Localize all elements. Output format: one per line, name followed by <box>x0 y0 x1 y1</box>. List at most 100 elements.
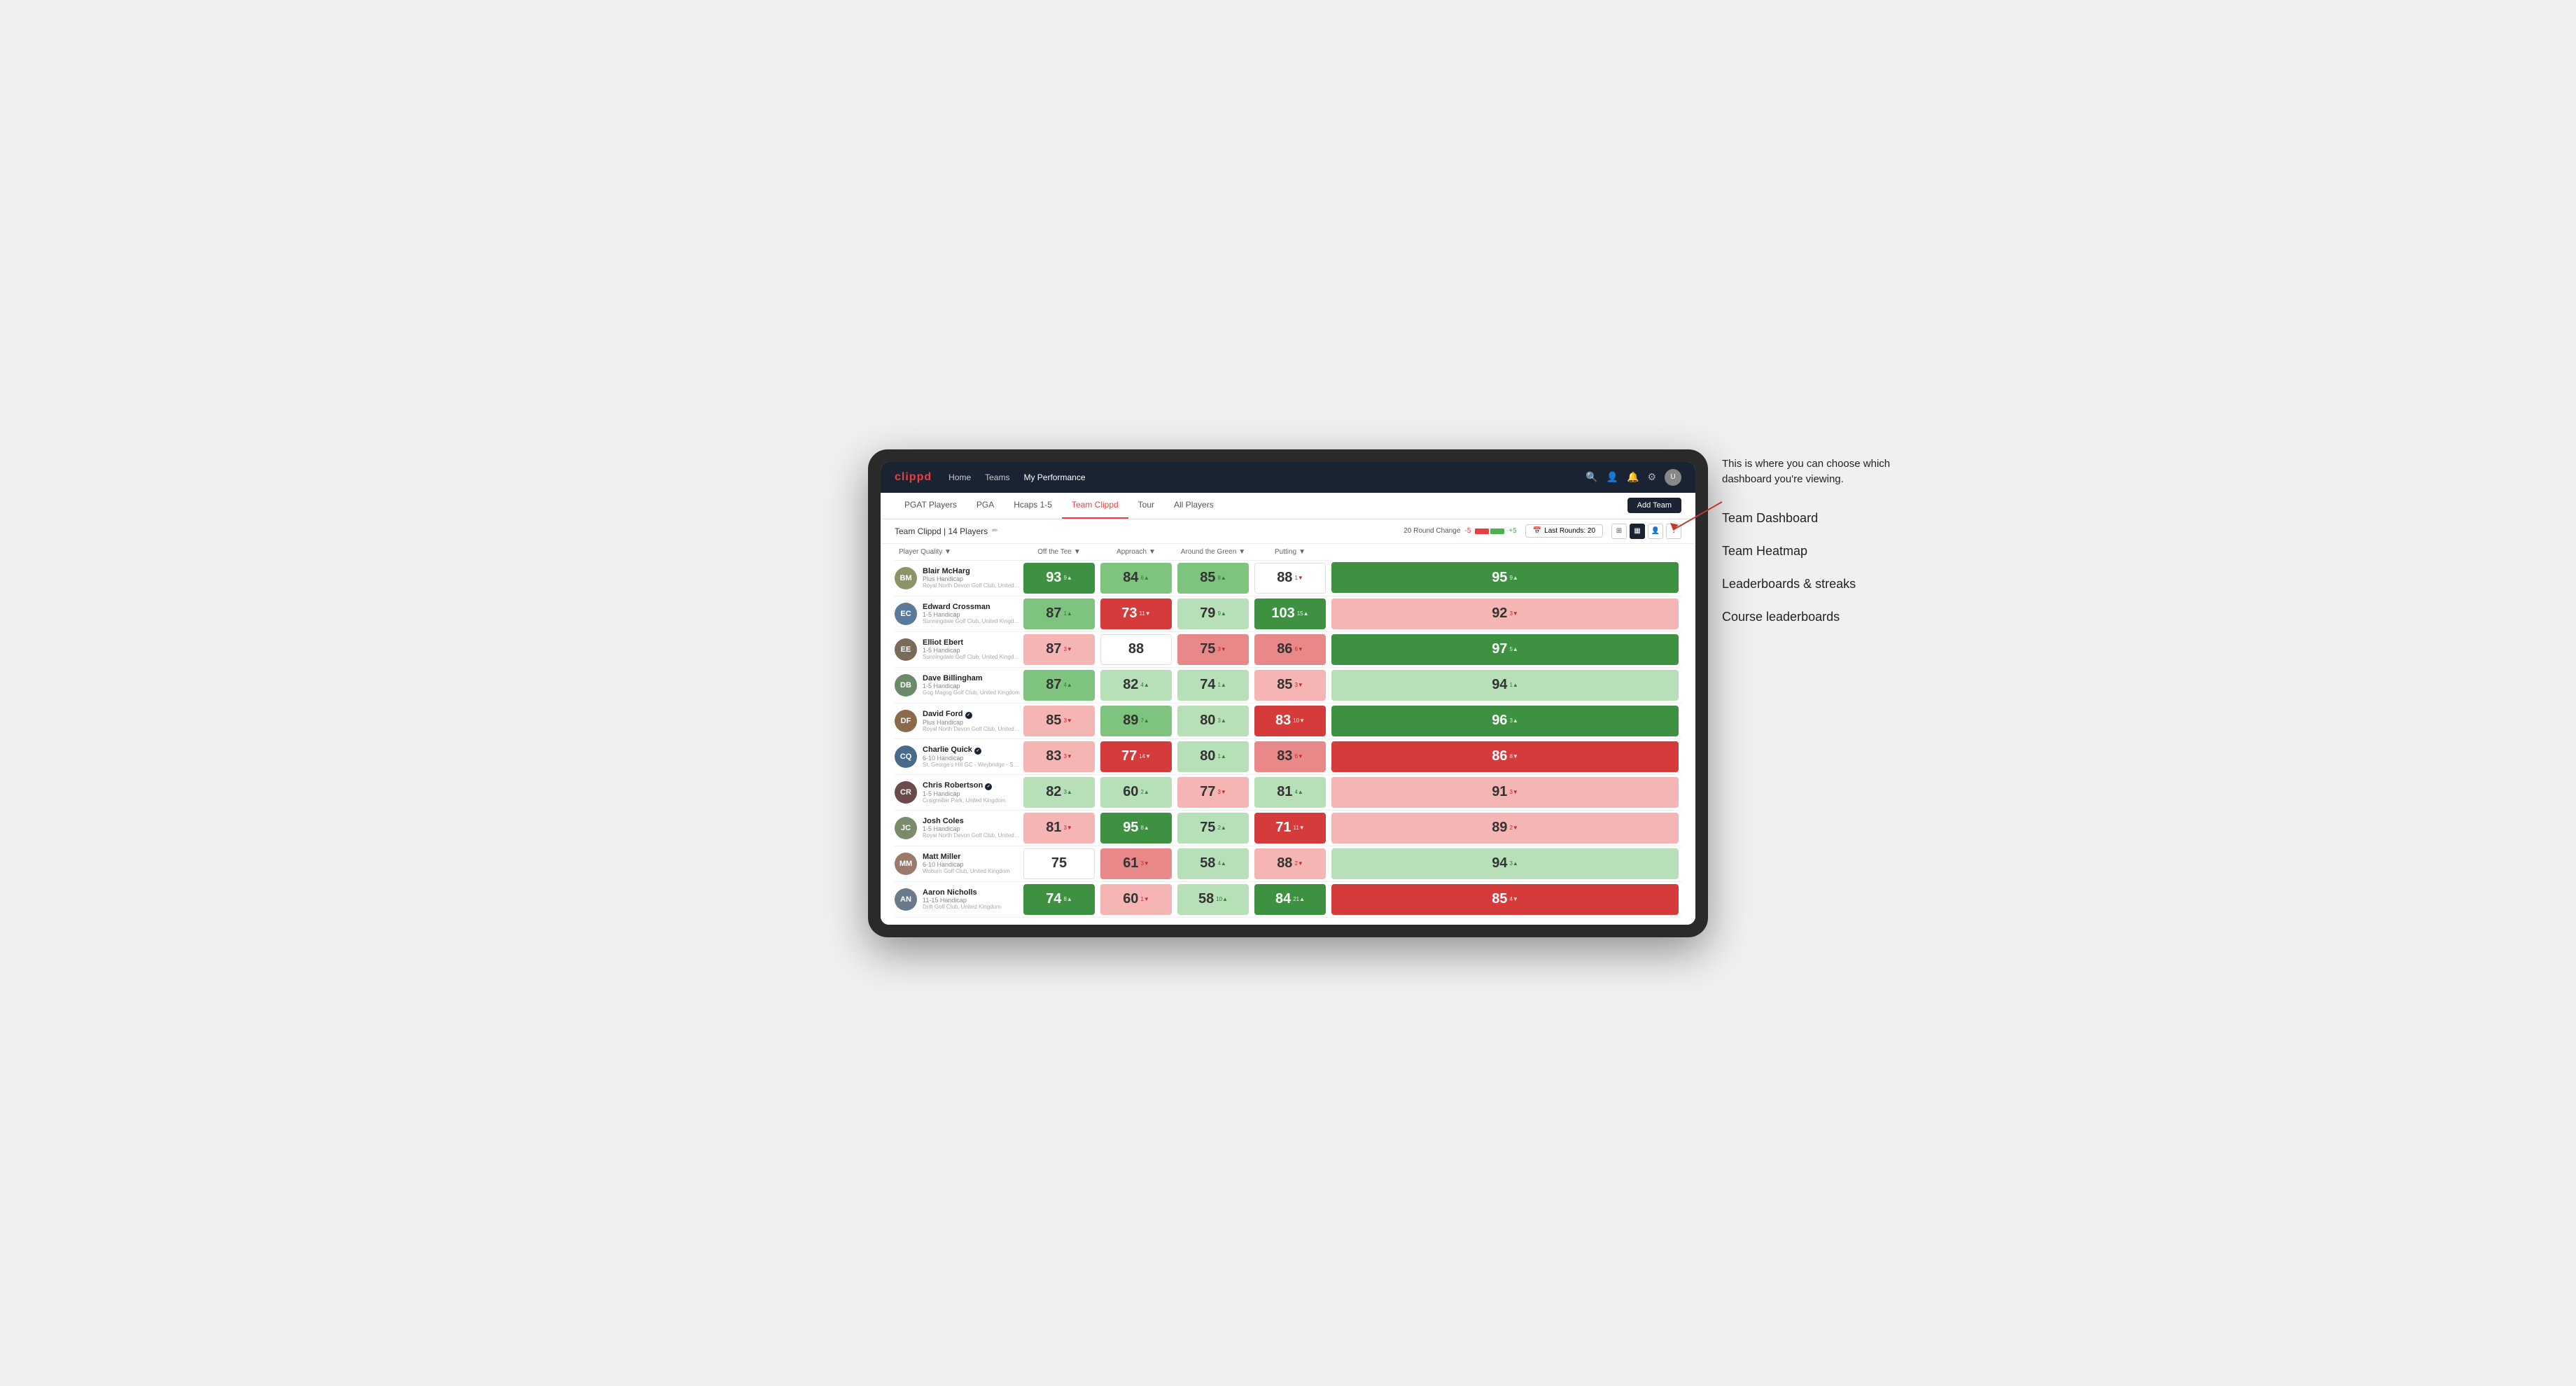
player-handicap: 11-15 Handicap <box>923 897 1001 904</box>
player-club: Royal North Devon Golf Club, United King… <box>923 726 1021 732</box>
metric-box: 61 3▼ <box>1100 848 1172 879</box>
metric-box: 87 3▼ <box>1023 634 1095 665</box>
table-row[interactable]: CR Chris Robertson ✓ 1-5 Handicap Craigm… <box>895 774 1681 810</box>
subnav-hcaps[interactable]: Hcaps 1-5 <box>1004 493 1062 519</box>
metric-change: 1▲ <box>1217 682 1226 688</box>
metric-value: 84 <box>1123 570 1138 586</box>
player-cell: MM Matt Miller 6-10 Handicap Woburn Golf… <box>895 846 1021 881</box>
metric-change: 3▼ <box>1063 646 1072 652</box>
player-handicap: 1-5 Handicap <box>923 611 1021 618</box>
table-row[interactable]: EE Elliot Ebert 1-5 Handicap Sunningdale… <box>895 631 1681 667</box>
nav-link-home[interactable]: Home <box>948 470 971 485</box>
col-header-putting[interactable]: Putting ▼ <box>1252 544 1329 561</box>
last-rounds-button[interactable]: 📅 Last Rounds: 20 <box>1525 524 1603 538</box>
data-table: Player Quality ▼ Off the Tee ▼ Approach … <box>895 544 1681 918</box>
metric-value: 82 <box>1046 784 1061 800</box>
player-club: Gog Magog Golf Club, United Kingdom <box>923 690 1020 696</box>
metric-cell: 85 3▼ <box>1252 667 1329 703</box>
player-handicap: Plus Handicap <box>923 575 1021 582</box>
subnav-pgat[interactable]: PGAT Players <box>895 493 967 519</box>
metric-cell: 80 3▲ <box>1175 703 1252 738</box>
table-row[interactable]: AN Aaron Nicholls 11-15 Handicap Drift G… <box>895 881 1681 917</box>
logo: clippd <box>895 471 932 484</box>
table-row[interactable]: EC Edward Crossman 1-5 Handicap Sunningd… <box>895 596 1681 631</box>
metric-cell: 95 9▲ <box>1329 560 1681 596</box>
metric-change: 8▲ <box>1217 575 1226 581</box>
annotation-item: Team Dashboard <box>1722 509 1904 528</box>
metric-box: 97 5▲ <box>1331 634 1679 665</box>
metric-box: 103 15▲ <box>1254 598 1326 629</box>
metric-cell: 94 3▲ <box>1329 846 1681 881</box>
bell-icon[interactable]: 🔔 <box>1627 471 1639 483</box>
metric-box: 93 9▲ <box>1023 563 1095 594</box>
annotation-text: This is where you can choose which dashb… <box>1722 456 1904 488</box>
metric-value: 75 <box>1200 820 1215 836</box>
metric-box: 88 <box>1100 634 1172 665</box>
metric-value: 84 <box>1275 891 1291 907</box>
edit-icon[interactable]: ✏ <box>992 527 997 535</box>
view-person-button[interactable]: 👤 <box>1648 524 1663 539</box>
player-name: Matt Miller <box>923 853 1010 861</box>
metric-box: 94 3▲ <box>1331 848 1679 879</box>
player-cell: AN Aaron Nicholls 11-15 Handicap Drift G… <box>895 881 1021 917</box>
player-cell: BM Blair McHarg Plus Handicap Royal Nort… <box>895 560 1021 596</box>
metric-cell: 85 8▲ <box>1175 560 1252 596</box>
player-club: Woburn Golf Club, United Kingdom <box>923 868 1010 874</box>
annotation-item: Team Heatmap <box>1722 542 1904 561</box>
metric-cell: 91 3▼ <box>1329 774 1681 810</box>
table-row[interactable]: MM Matt Miller 6-10 Handicap Woburn Golf… <box>895 846 1681 881</box>
col-header-player: Player Quality ▼ <box>895 544 1021 561</box>
team-name: Team Clippd | 14 Players <box>895 526 988 536</box>
subnav-tour[interactable]: Tour <box>1128 493 1164 519</box>
metric-value: 85 <box>1200 570 1215 586</box>
col-header-around[interactable]: Around the Green ▼ <box>1175 544 1252 561</box>
metric-change: 1▲ <box>1509 682 1518 688</box>
subnav-pga[interactable]: PGA <box>967 493 1004 519</box>
table-row[interactable]: DB Dave Billingham 1-5 Handicap Gog Mago… <box>895 667 1681 703</box>
avatar[interactable]: U <box>1665 469 1681 486</box>
metric-box: 86 8▼ <box>1331 741 1679 772</box>
table-row[interactable]: BM Blair McHarg Plus Handicap Royal Nort… <box>895 560 1681 596</box>
metric-change: 3▲ <box>1063 789 1072 795</box>
player-name: Aaron Nicholls <box>923 888 1001 897</box>
player-avatar: EE <box>895 638 917 661</box>
player-avatar: DF <box>895 710 917 732</box>
metric-value: 87 <box>1046 677 1061 693</box>
verified-badge: ✓ <box>965 712 972 719</box>
metric-cell: 84 21▲ <box>1252 881 1329 917</box>
metric-cell: 93 9▲ <box>1021 560 1098 596</box>
metric-change: 3▲ <box>1217 718 1226 724</box>
nav-link-performance[interactable]: My Performance <box>1023 470 1085 485</box>
subnav-team-clippd[interactable]: Team Clippd <box>1062 493 1128 519</box>
metric-change: 4▲ <box>1140 682 1149 688</box>
table-row[interactable]: DF David Ford ✓ Plus Handicap Royal Nort… <box>895 703 1681 738</box>
tee-label: Off the Tee <box>1037 548 1072 556</box>
view-heatmap-button[interactable]: ▦ <box>1630 524 1645 539</box>
table-row[interactable]: CQ Charlie Quick ✓ 6-10 Handicap St. Geo… <box>895 738 1681 774</box>
subnav-all-players[interactable]: All Players <box>1164 493 1224 519</box>
col-header-approach[interactable]: Approach ▼ <box>1098 544 1175 561</box>
user-icon[interactable]: 👤 <box>1606 471 1618 483</box>
player-info-cell: JC Josh Coles 1-5 Handicap Royal North D… <box>895 814 1021 842</box>
player-handicap: 1-5 Handicap <box>923 647 1021 654</box>
metric-value: 74 <box>1200 677 1215 693</box>
tablet-frame: clippd Home Teams My Performance 🔍 👤 🔔 ⚙… <box>868 449 1708 937</box>
settings-icon[interactable]: ⚙ <box>1647 471 1656 483</box>
player-handicap: Plus Handicap <box>923 719 1021 726</box>
col-header-tee[interactable]: Off the Tee ▼ <box>1021 544 1098 561</box>
metric-cell: 80 1▲ <box>1175 738 1252 774</box>
metric-box: 96 3▲ <box>1331 706 1679 736</box>
metric-cell: 74 8▲ <box>1021 881 1098 917</box>
metric-value: 95 <box>1492 570 1507 586</box>
search-icon[interactable]: 🔍 <box>1586 471 1597 483</box>
metric-change: 8▼ <box>1509 753 1518 760</box>
neg-label: -5 <box>1464 527 1471 535</box>
nav-link-teams[interactable]: Teams <box>985 470 1009 485</box>
metric-value: 96 <box>1492 713 1507 729</box>
view-grid-button[interactable]: ⊞ <box>1611 524 1627 539</box>
metric-change: 4▼ <box>1509 896 1518 902</box>
table-row[interactable]: JC Josh Coles 1-5 Handicap Royal North D… <box>895 810 1681 846</box>
metric-value: 75 <box>1200 641 1215 657</box>
metric-change: 3▼ <box>1217 646 1226 652</box>
metric-value: 83 <box>1275 713 1291 729</box>
